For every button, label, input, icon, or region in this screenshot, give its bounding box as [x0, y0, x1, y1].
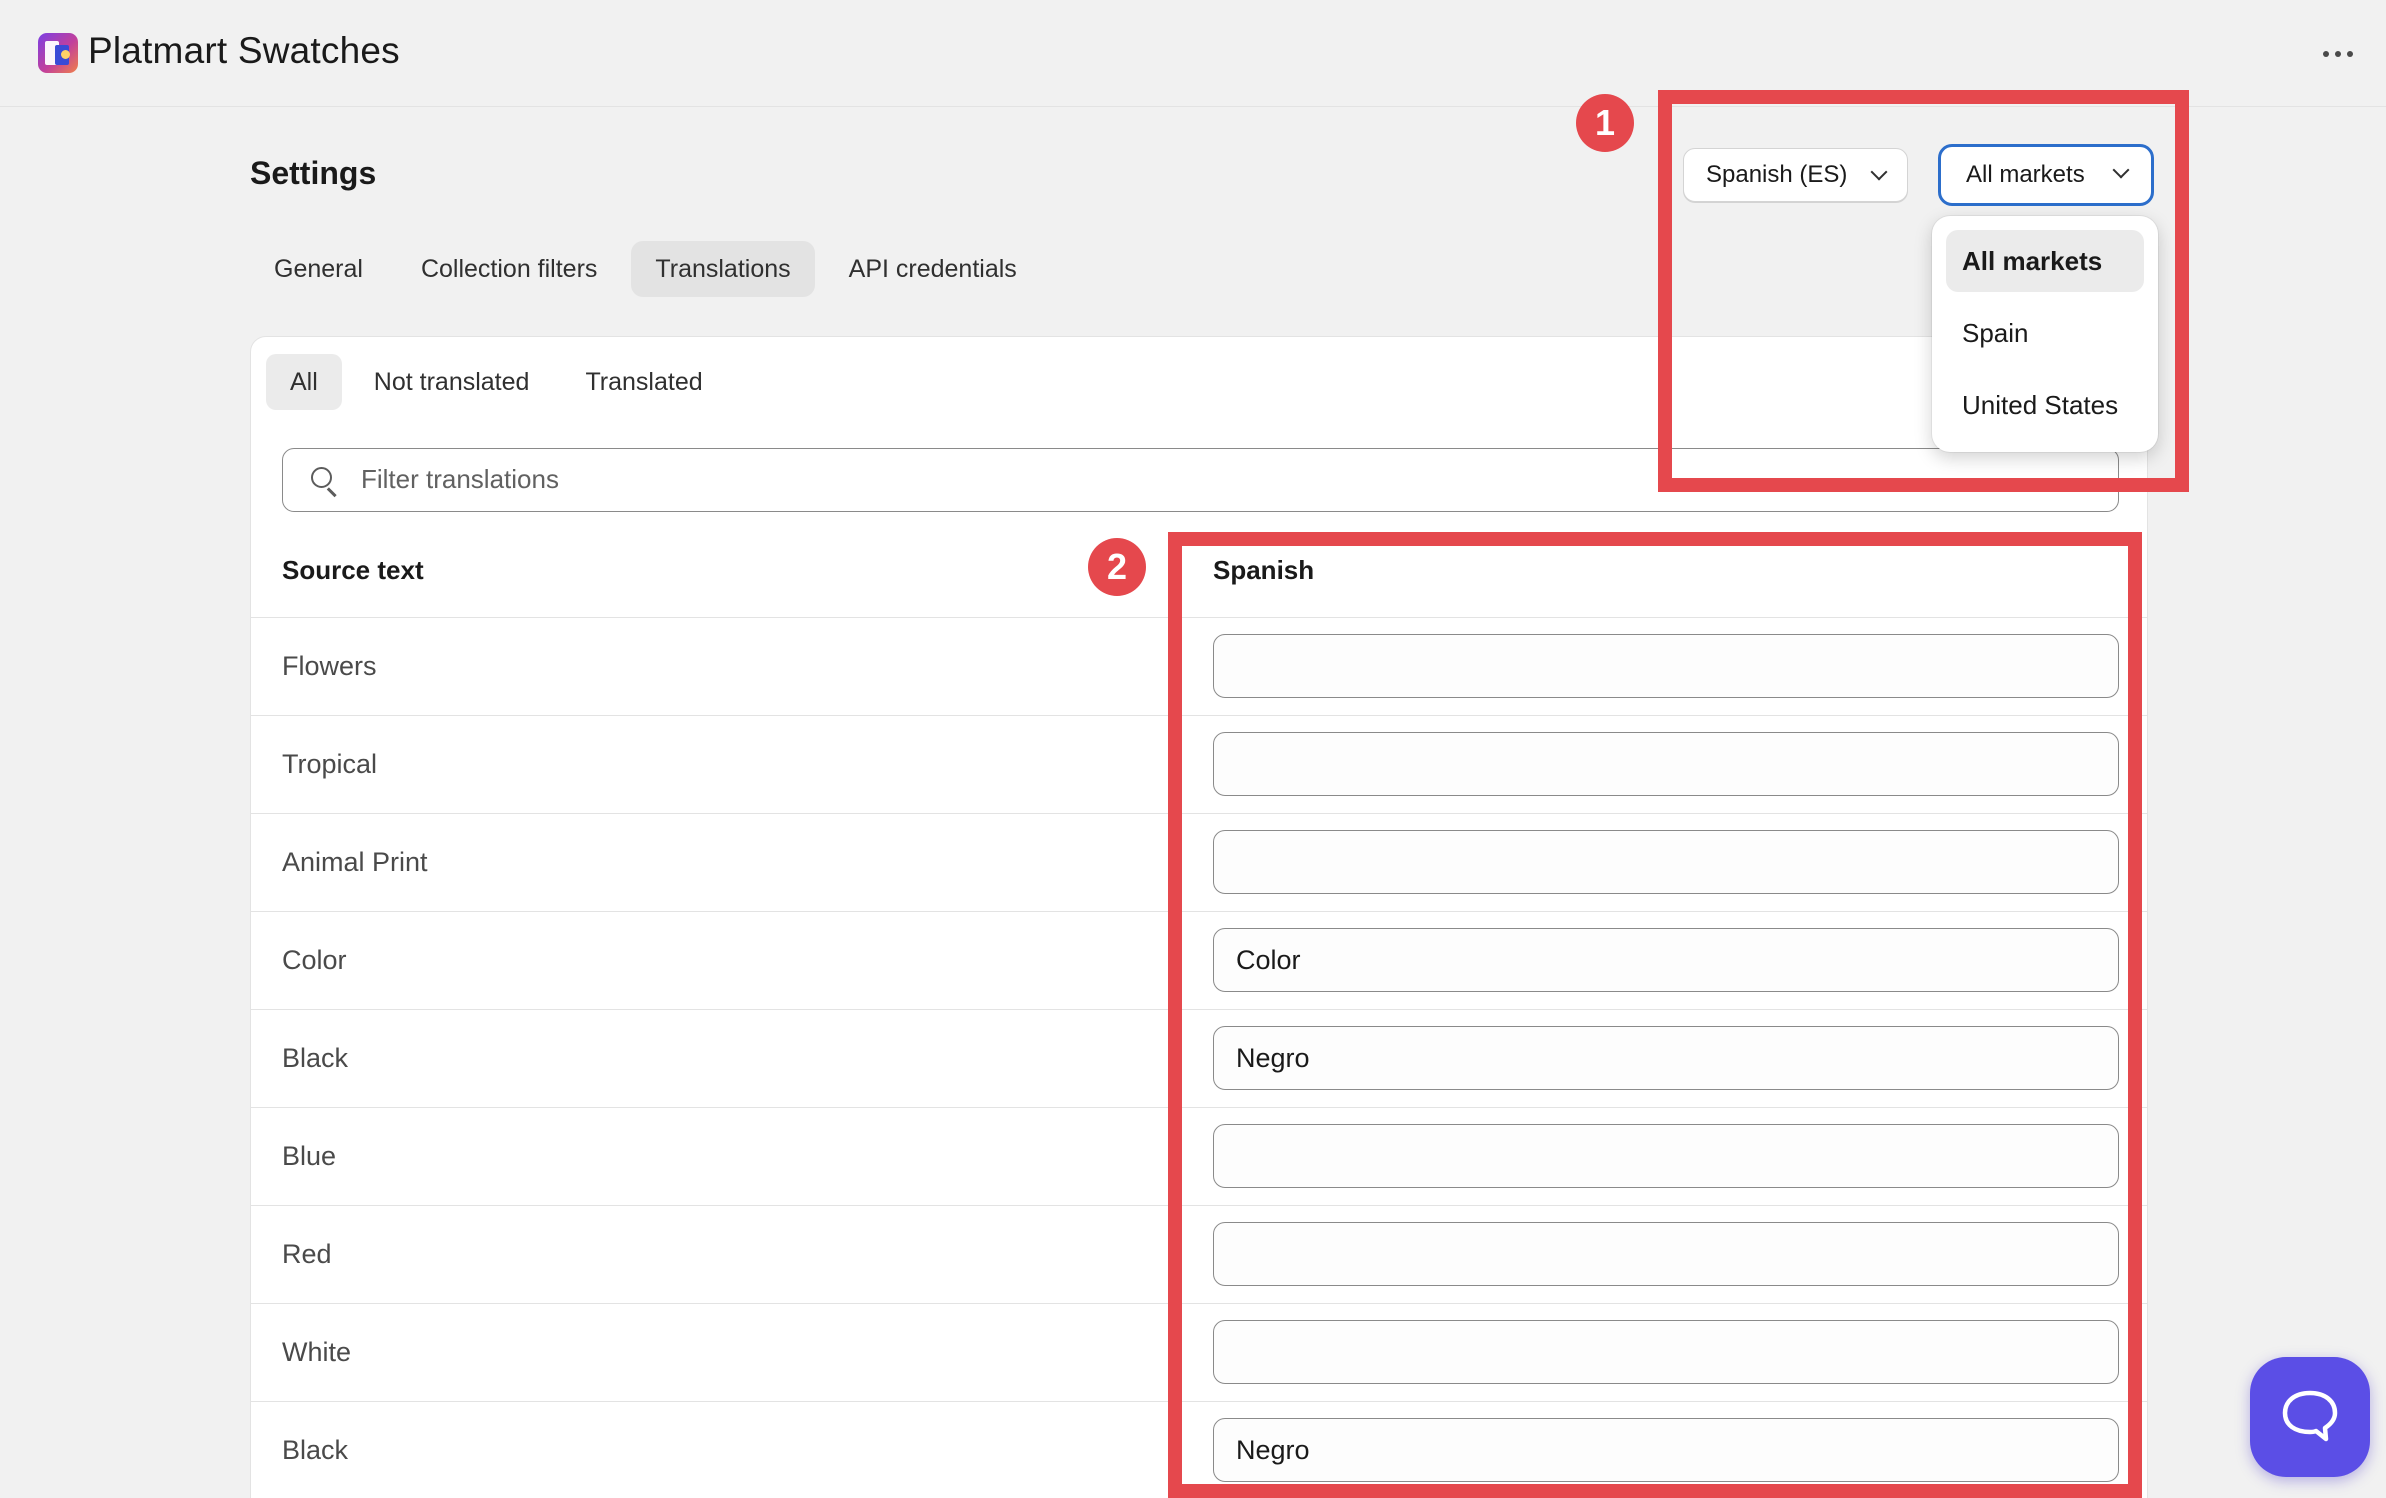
tab-general[interactable]: General [250, 241, 387, 297]
tab-translations[interactable]: Translations [631, 241, 815, 297]
settings-tabs: General Collection filters Translations … [250, 241, 1041, 297]
page-title: Settings [250, 155, 377, 191]
subtab-translated[interactable]: Translated [561, 354, 726, 410]
source-text-column-header: Source text [282, 555, 424, 585]
annotation-badge-2: 2 [1088, 538, 1146, 596]
app-title: Platmart Swatches [88, 30, 400, 71]
translation-filter-tabs: All Not translated Translated [266, 354, 727, 410]
source-text: Tropical [282, 749, 378, 779]
annotation-box-2 [1168, 532, 2142, 1498]
annotation-badge-1: 1 [1576, 94, 1634, 152]
source-text: White [282, 1337, 352, 1367]
subtab-all[interactable]: All [266, 354, 342, 410]
source-text: Black [282, 1435, 349, 1465]
chat-support-button[interactable] [2250, 1357, 2370, 1477]
source-text: Blue [282, 1141, 337, 1171]
tab-api-credentials[interactable]: API credentials [825, 241, 1041, 297]
source-text: Color [282, 945, 347, 975]
source-text: Black [282, 1043, 349, 1073]
search-icon [311, 467, 339, 497]
app-logo-icon [38, 33, 78, 73]
source-text: Red [282, 1239, 332, 1269]
source-text: Flowers [282, 651, 377, 681]
tab-collection-filters[interactable]: Collection filters [397, 241, 621, 297]
source-text: Animal Print [282, 847, 428, 877]
annotation-box-1 [1658, 90, 2189, 492]
subtab-not-translated[interactable]: Not translated [350, 354, 554, 410]
chat-bubble-icon [2282, 1390, 2338, 1442]
more-actions-icon[interactable] [2310, 38, 2366, 70]
